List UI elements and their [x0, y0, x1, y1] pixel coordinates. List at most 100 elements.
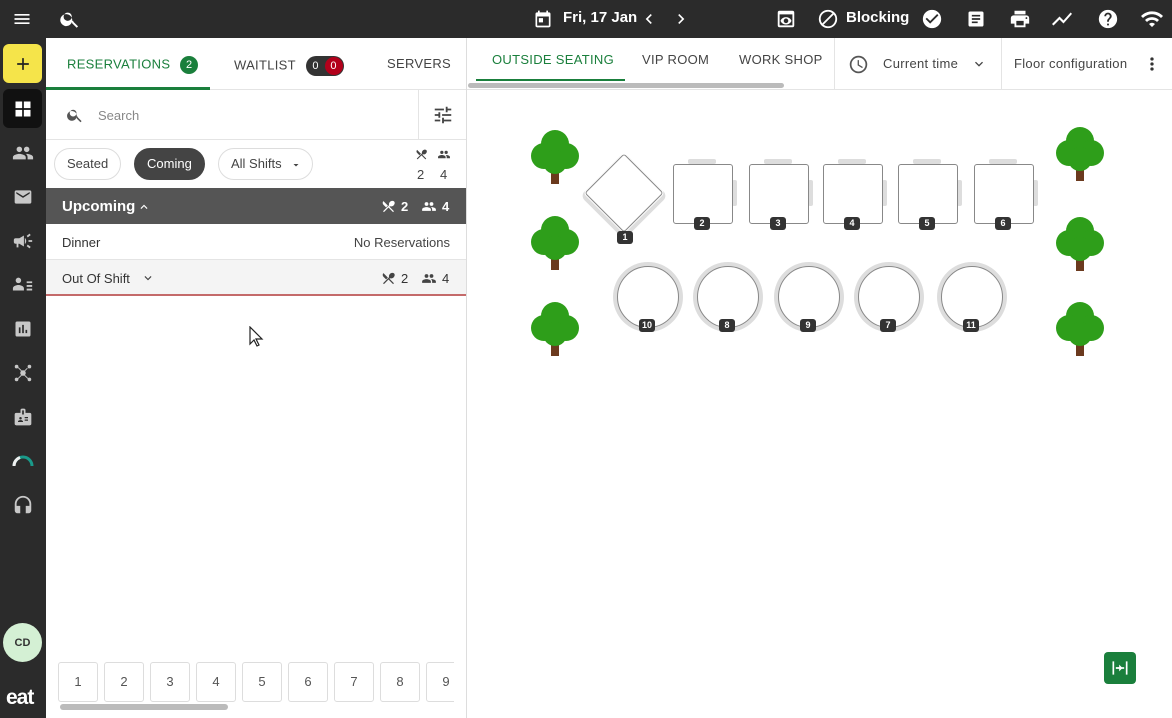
- tab-vip-room[interactable]: VIP ROOM: [642, 52, 709, 67]
- campaign-nav-icon[interactable]: [3, 221, 42, 260]
- help-icon[interactable]: [1096, 7, 1120, 31]
- upcoming-group-header[interactable]: Upcoming 2 4: [46, 188, 466, 224]
- cutlery-icon: [382, 200, 395, 213]
- filter-settings-button[interactable]: [418, 90, 466, 140]
- page-button-2[interactable]: 2: [104, 662, 144, 702]
- more-vert-icon[interactable]: [1142, 53, 1162, 75]
- tab-outside-seating[interactable]: OUTSIDE SEATING: [492, 52, 614, 67]
- current-date[interactable]: Fri, 17 Jan: [563, 9, 637, 26]
- reports-nav-icon[interactable]: [3, 309, 42, 348]
- people-icon: [422, 202, 436, 211]
- search-icon[interactable]: [58, 7, 82, 31]
- table-4[interactable]: [823, 164, 883, 224]
- shifts-filter-dropdown[interactable]: All Shifts: [218, 148, 313, 180]
- divider: [1001, 38, 1002, 90]
- out-of-shift-title: Out Of Shift: [62, 271, 130, 286]
- tab-waitlist-label: WAITLIST: [234, 57, 296, 73]
- shift-name: Dinner: [62, 235, 101, 250]
- people-count: 4: [440, 167, 448, 182]
- menu-icon[interactable]: [10, 7, 34, 31]
- time-selector[interactable]: Current time: [883, 56, 958, 71]
- people-icon: [438, 150, 450, 159]
- tab-waitlist[interactable]: WAITLIST 00: [234, 56, 344, 76]
- dashboard-nav-icon[interactable]: [3, 89, 42, 128]
- seated-filter-chip[interactable]: Seated: [54, 148, 122, 180]
- table-number: 9: [800, 319, 816, 332]
- calendar-icon[interactable]: [531, 7, 555, 31]
- preview-icon[interactable]: [774, 7, 798, 31]
- left-navigation: CD eat: [0, 38, 46, 718]
- chevron-down-icon: [144, 276, 152, 281]
- integrations-nav-icon[interactable]: [3, 353, 42, 392]
- tab-work-shop[interactable]: WORK SHOP: [739, 52, 823, 67]
- mail-nav-icon[interactable]: [3, 177, 42, 216]
- upcoming-title: Upcoming: [62, 198, 136, 215]
- page-button-1[interactable]: 1: [58, 662, 98, 702]
- page-button-3[interactable]: 3: [150, 662, 190, 702]
- badge-nav-icon[interactable]: [3, 397, 42, 436]
- table-number: 10: [639, 319, 656, 332]
- page-button-9[interactable]: 9: [426, 662, 454, 702]
- tree-icon: [531, 216, 579, 270]
- staff-nav-icon[interactable]: [3, 265, 42, 304]
- table-1[interactable]: [584, 153, 664, 233]
- party-size-pager: 1 2 3 4 5 6 7 8 9: [58, 662, 454, 702]
- tab-servers[interactable]: SERVERS: [387, 56, 451, 71]
- check-circle-icon[interactable]: [920, 7, 944, 31]
- block-icon[interactable]: [816, 7, 840, 31]
- chevron-right-icon[interactable]: [669, 7, 693, 31]
- waitlist-count-badge: 0: [306, 57, 325, 75]
- top-bar: Fri, 17 Jan Blocking: [0, 0, 1172, 38]
- page-button-5[interactable]: 5: [242, 662, 282, 702]
- support-nav-icon[interactable]: [3, 485, 42, 524]
- notes-icon[interactable]: [964, 7, 988, 31]
- upcoming-people-count: 4: [442, 199, 450, 214]
- fit-to-screen-button[interactable]: [1104, 652, 1136, 684]
- mouse-cursor-icon: [249, 326, 264, 347]
- table-6[interactable]: [974, 164, 1034, 224]
- search-input[interactable]: Search: [98, 108, 139, 123]
- page-button-6[interactable]: 6: [288, 662, 328, 702]
- search-row: Search: [46, 90, 466, 140]
- analytics-icon[interactable]: [1050, 7, 1074, 31]
- pager-scrollbar[interactable]: [60, 704, 228, 710]
- tree-icon: [1056, 217, 1104, 271]
- list-item-dinner[interactable]: Dinner No Reservations: [46, 224, 466, 260]
- floor-configuration-button[interactable]: Floor configuration: [1014, 56, 1127, 71]
- out-of-shift-group-header[interactable]: Out Of Shift 2 4: [46, 260, 466, 296]
- table-number: 4: [844, 217, 860, 230]
- table-5[interactable]: [898, 164, 958, 224]
- tree-icon: [531, 130, 579, 184]
- table-number: 1: [617, 231, 633, 244]
- table-2[interactable]: [673, 164, 733, 224]
- print-icon[interactable]: [1008, 7, 1032, 31]
- blocking-label[interactable]: Blocking: [846, 9, 909, 26]
- page-button-4[interactable]: 4: [196, 662, 236, 702]
- table-3[interactable]: [749, 164, 809, 224]
- coming-filter-chip[interactable]: Coming: [134, 148, 205, 180]
- clock-icon: [849, 55, 868, 74]
- active-room-indicator: [476, 79, 625, 81]
- tune-icon: [434, 106, 451, 124]
- tables-count: 2: [417, 167, 425, 182]
- floor-canvas: 1 2 3 4 5 6 10 8 9 7 11: [467, 90, 1172, 718]
- floor-plan-panel: OUTSIDE SEATING VIP ROOM WORK SHOP Curre…: [467, 38, 1172, 718]
- page-button-7[interactable]: 7: [334, 662, 374, 702]
- gauge-nav-icon[interactable]: [3, 441, 42, 480]
- tab-reservations[interactable]: RESERVATIONS 2: [67, 56, 199, 74]
- room-tabs-scrollbar[interactable]: [468, 83, 784, 88]
- people-icon: [422, 274, 436, 283]
- add-button[interactable]: [3, 44, 42, 83]
- caret-down-icon: [293, 164, 299, 167]
- guests-nav-icon[interactable]: [3, 133, 42, 172]
- avatar[interactable]: CD: [3, 623, 42, 662]
- chevron-left-icon[interactable]: [637, 7, 661, 31]
- reservations-panel: RESERVATIONS 2 WAITLIST 00 SERVERS Searc…: [46, 38, 467, 718]
- waitlist-alert-badge: 0: [324, 57, 343, 75]
- cutlery-icon: [382, 272, 395, 285]
- page-button-8[interactable]: 8: [380, 662, 420, 702]
- out-tables-count: 2: [401, 271, 409, 286]
- waitlist-badges: 00: [305, 56, 344, 76]
- chevron-down-icon[interactable]: [971, 56, 987, 72]
- wifi-icon: [1140, 7, 1164, 31]
